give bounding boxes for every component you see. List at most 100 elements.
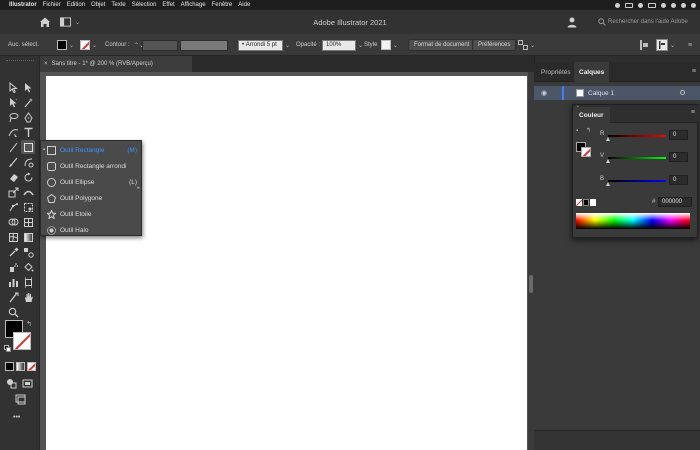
selection-tool-icon[interactable] xyxy=(6,80,20,94)
user-icon[interactable] xyxy=(566,16,578,28)
rectangle-tool-icon[interactable] xyxy=(21,140,35,154)
toolbar-grip[interactable] xyxy=(6,60,34,62)
opacity-field[interactable]: 100% ⌄ xyxy=(322,39,363,51)
red-value-field[interactable]: 0 xyxy=(669,130,688,140)
blue-value-field[interactable]: 0 xyxy=(669,175,688,185)
direct-selection-tool-icon[interactable] xyxy=(21,80,35,94)
menu-objet[interactable]: Objet xyxy=(91,2,105,8)
stroke-color-box[interactable] xyxy=(13,332,31,350)
preferences-button[interactable]: Préférences xyxy=(472,39,517,51)
live-paint-bucket-icon[interactable] xyxy=(21,260,35,274)
stroke-swatch[interactable]: ⌄ xyxy=(80,39,97,51)
slider-knob[interactable] xyxy=(606,182,610,186)
control-center-icon[interactable] xyxy=(681,2,686,8)
document-setup-button[interactable]: Format de document xyxy=(408,39,476,51)
screen-mode-icon[interactable] xyxy=(20,376,34,390)
slider-knob[interactable] xyxy=(606,159,610,163)
menu-selection[interactable]: Sélection xyxy=(132,2,157,8)
flyout-item-star[interactable]: Outil Etoile xyxy=(41,206,143,222)
shaper-tool-icon[interactable] xyxy=(21,155,35,169)
menu-affichage[interactable]: Affichage xyxy=(181,2,206,8)
tab-couleur[interactable]: Couleur xyxy=(573,107,610,123)
flyout-item-flare[interactable]: Outil Halo xyxy=(41,222,143,238)
blue-slider-track[interactable] xyxy=(608,180,666,182)
hex-value-field[interactable]: 000000 xyxy=(658,197,692,207)
paintbrush-tool-icon[interactable] xyxy=(6,155,20,169)
green-slider-track[interactable] xyxy=(608,157,666,159)
style-swatch[interactable]: ⌄ xyxy=(381,39,398,51)
free-transform-tool-icon[interactable] xyxy=(21,200,35,214)
layer-name[interactable]: Calque 1 xyxy=(588,90,614,97)
change-screen-mode-icon[interactable] xyxy=(13,392,27,406)
wifi-icon[interactable] xyxy=(661,2,666,8)
close-tab-icon[interactable]: × xyxy=(44,61,48,67)
fill-swatch[interactable]: ⌄ xyxy=(57,39,74,51)
column-graph-tool-icon[interactable] xyxy=(6,275,20,289)
menu-app[interactable]: Illustrator xyxy=(9,2,37,8)
scrollbar-thumb[interactable] xyxy=(529,275,533,293)
eye-icon[interactable]: ◉ xyxy=(541,89,547,97)
artboard[interactable] xyxy=(46,76,527,450)
type-tool-icon[interactable] xyxy=(21,125,35,139)
display-icon[interactable] xyxy=(625,2,633,8)
edit-toolbar-icon[interactable]: ••• xyxy=(13,414,20,421)
slice-tool-icon[interactable] xyxy=(6,290,20,304)
tearoff-icon[interactable]: ▸ xyxy=(137,185,140,191)
swap-fill-stroke-icon[interactable]: ↰ xyxy=(26,320,32,328)
control-bar-menu-icon[interactable]: ≡ xyxy=(688,39,692,51)
battery-icon[interactable] xyxy=(648,2,656,8)
gradient-tool-icon[interactable] xyxy=(21,230,35,244)
symbol-sprayer-tool-icon[interactable] xyxy=(6,260,20,274)
draw-normal-icon[interactable] xyxy=(4,376,18,390)
pen-tool-icon[interactable] xyxy=(21,110,35,124)
cc-icon[interactable] xyxy=(615,2,620,8)
none-swatch[interactable] xyxy=(576,199,582,206)
shape-builder-tool-icon[interactable] xyxy=(6,215,20,229)
white-swatch[interactable] xyxy=(590,199,596,206)
menu-texte[interactable]: Texte xyxy=(111,2,125,8)
red-slider-track[interactable] xyxy=(608,135,666,137)
gradient-mode-icon[interactable] xyxy=(16,362,25,371)
line-segment-tool-icon[interactable] xyxy=(6,140,20,154)
tab-calques[interactable]: Calques xyxy=(574,62,610,82)
menu-fichier[interactable]: Fichier xyxy=(43,2,61,8)
width-tool-icon[interactable] xyxy=(21,185,35,199)
black-swatch[interactable] xyxy=(583,199,589,206)
layer-row[interactable]: ◉ Calque 1 xyxy=(534,86,700,100)
color-mode-icon[interactable] xyxy=(5,362,14,371)
menu-effet[interactable]: Effet xyxy=(162,2,174,8)
scale-tool-icon[interactable] xyxy=(6,185,20,199)
eyedropper-tool-icon[interactable] xyxy=(6,245,20,259)
flyout-item-rectangle[interactable]: ▪ Outil Rectangle (M) xyxy=(41,142,143,158)
flyout-item-polygon[interactable]: Outil Polygone xyxy=(41,190,143,206)
stroke-weight-field[interactable] xyxy=(142,39,178,51)
arrange-documents-icon[interactable] xyxy=(640,39,648,51)
perspective-grid-tool-icon[interactable] xyxy=(21,215,35,229)
green-value-field[interactable]: 0 xyxy=(669,152,688,162)
rotate-tool-icon[interactable] xyxy=(21,170,35,184)
menu-fenetre[interactable]: Fenêtre xyxy=(212,2,233,8)
curvature-tool-icon[interactable] xyxy=(6,125,20,139)
layer-target-icon[interactable] xyxy=(680,90,685,95)
menu-edition[interactable]: Edition xyxy=(67,2,85,8)
corner-dropdown[interactable]: • Arrondi 5 pt ⌄ xyxy=(238,39,290,51)
eraser-tool-icon[interactable] xyxy=(6,170,20,184)
lasso-tool-icon[interactable] xyxy=(6,110,20,124)
help-search[interactable]: Rechercher dans l'aide Adobe xyxy=(598,16,698,28)
artboard-tool-icon[interactable] xyxy=(21,275,35,289)
spotlight-icon[interactable] xyxy=(671,2,676,8)
home-icon[interactable] xyxy=(38,15,52,29)
default-colors-icon[interactable] xyxy=(4,345,11,352)
variable-width-field[interactable] xyxy=(180,39,228,51)
flyout-item-rounded-rectangle[interactable]: Outil Rectangle arrondi xyxy=(41,158,143,174)
color-spectrum[interactable] xyxy=(576,213,690,229)
mesh-tool-icon[interactable] xyxy=(6,230,20,244)
magic-wand-tool-icon[interactable] xyxy=(21,95,35,109)
slider-knob[interactable] xyxy=(606,137,610,141)
hamburger-menu-icon[interactable]: ≡ xyxy=(692,68,696,75)
hamburger-menu-icon[interactable]: ≡ xyxy=(691,109,695,116)
workspace-switcher-icon[interactable]: ⌄ xyxy=(60,16,80,28)
hand-tool-icon[interactable] xyxy=(21,290,35,304)
none-mode-icon[interactable] xyxy=(27,362,36,371)
group-selection-tool-icon[interactable]: + xyxy=(6,95,20,109)
